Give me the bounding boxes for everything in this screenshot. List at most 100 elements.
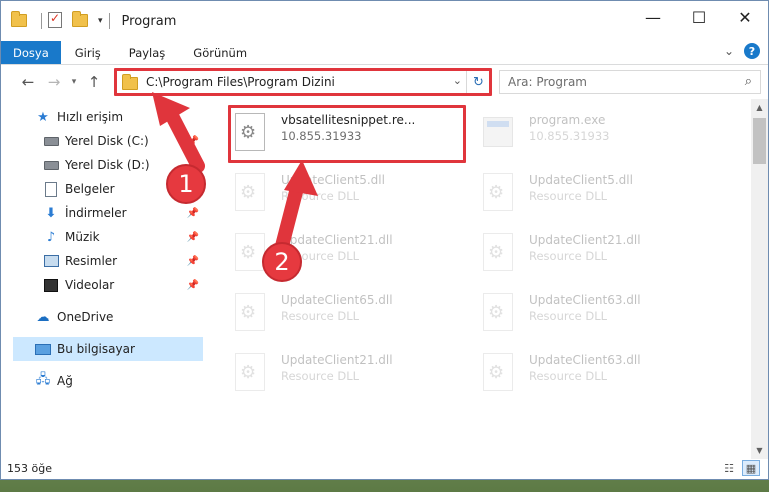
dll-file-icon <box>235 173 271 213</box>
downloads-icon: ⬇ <box>45 205 57 221</box>
file-type: Resource DLL <box>529 249 608 263</box>
file-name: UpdateClient63.dll <box>529 353 641 367</box>
file-name: UpdateClient5.dll <box>529 173 633 187</box>
pin-icon: 📌 <box>186 255 199 267</box>
file-type: Resource DLL <box>281 309 360 323</box>
search-box[interactable]: ⌕ <box>499 70 761 94</box>
sidebar-item-music[interactable]: ♪ Müzik 📌 <box>1 225 211 249</box>
sidebar-item-label: İndirmeler <box>65 206 127 220</box>
status-bar: 153 öğe ☷ ▦ <box>1 457 768 479</box>
window-title: Program <box>121 13 177 29</box>
search-input[interactable] <box>508 72 728 92</box>
file-type: Resource DLL <box>281 369 360 383</box>
pin-icon: 📌 <box>186 135 199 147</box>
scroll-up-icon[interactable]: ▲ <box>751 99 768 116</box>
divider <box>41 13 42 29</box>
help-icon[interactable]: ? <box>744 43 760 59</box>
tab-view[interactable]: Görünüm <box>179 41 261 64</box>
file-type: Resource DLL <box>281 189 360 203</box>
documents-icon <box>43 181 59 197</box>
address-highlight <box>114 68 492 96</box>
sidebar-item-downloads[interactable]: ⬇ İndirmeler 📌 <box>1 201 211 225</box>
folder-icon <box>11 11 29 30</box>
file-name: program.exe <box>529 113 606 127</box>
ribbon-right: ⌄ ? <box>724 43 760 59</box>
forward-arrow-icon[interactable]: → <box>41 73 67 91</box>
view-switcher: ☷ ▦ <box>716 460 760 476</box>
tab-home[interactable]: Giriş <box>61 41 115 64</box>
file-type: Resource DLL <box>529 309 608 323</box>
sidebar-item-label: Ağ <box>57 374 73 388</box>
quick-access-toolbar: ▾ Program <box>11 1 176 41</box>
pin-icon: 📌 <box>186 279 199 291</box>
details-view-icon[interactable]: ☷ <box>720 460 738 476</box>
tiles-view-icon[interactable]: ▦ <box>742 460 760 476</box>
new-folder-icon[interactable] <box>72 11 90 30</box>
properties-icon[interactable] <box>48 11 66 30</box>
sidebar-item-quick-access[interactable]: ★ Hızlı erişim <box>1 105 211 129</box>
sidebar-item-label: Yerel Disk (C:) <box>65 134 149 148</box>
callout-1: 1 <box>166 164 206 204</box>
star-icon: ★ <box>37 109 49 125</box>
music-icon: ♪ <box>46 229 56 245</box>
dll-file-icon <box>483 293 519 333</box>
file-tile[interactable]: UpdateClient21.dll Resource DLL <box>229 347 469 399</box>
sidebar-item-this-pc[interactable]: Bu bilgisayar <box>13 337 203 361</box>
sidebar-item-label: Videolar <box>65 278 115 292</box>
tab-share[interactable]: Paylaş <box>115 41 180 64</box>
scroll-thumb[interactable] <box>753 118 766 164</box>
file-tile[interactable]: UpdateClient21.dll Resource DLL <box>477 227 717 279</box>
dll-file-icon <box>483 353 519 393</box>
sidebar-item-disk-c[interactable]: Yerel Disk (C:) 📌 <box>1 129 211 153</box>
dll-file-icon <box>483 173 519 213</box>
title-bar: ▾ Program — ☐ ✕ <box>1 1 768 41</box>
recent-locations-icon[interactable]: ▾ <box>67 77 81 87</box>
navigation-pane: ★ Hızlı erişim Yerel Disk (C:) 📌 Yerel D… <box>1 101 211 451</box>
file-tile[interactable]: UpdateClient65.dll Resource DLL <box>229 287 469 339</box>
up-arrow-icon[interactable]: ↑ <box>81 73 107 91</box>
dll-file-icon <box>483 233 519 273</box>
network-icon: 🖧 <box>35 372 51 387</box>
exe-icon <box>483 113 519 153</box>
expand-ribbon-icon[interactable]: ⌄ <box>724 44 734 58</box>
file-tile[interactable]: program.exe 10.855.31933 <box>477 107 717 159</box>
file-type: Resource DLL <box>529 369 608 383</box>
close-button[interactable]: ✕ <box>722 1 768 33</box>
divider <box>108 13 110 29</box>
file-tile[interactable]: UpdateClient63.dll Resource DLL <box>477 287 717 339</box>
vertical-scrollbar[interactable]: ▲ ▼ <box>751 99 768 459</box>
sidebar-item-pictures[interactable]: Resimler 📌 <box>1 249 211 273</box>
dll-file-icon <box>235 293 271 333</box>
ribbon-tabs: Dosya Giriş Paylaş Görünüm ⌄ ? <box>1 41 768 65</box>
pictures-icon <box>43 253 59 269</box>
drive-icon <box>43 157 59 173</box>
item-count: 153 öğe <box>7 461 52 475</box>
file-tile[interactable]: UpdateClient5.dll Resource DLL <box>229 167 469 219</box>
sidebar-item-label: Belgeler <box>65 182 115 196</box>
computer-icon <box>35 341 51 357</box>
sidebar-item-network[interactable]: 🖧 Ağ <box>1 369 211 393</box>
file-tile[interactable]: UpdateClient5.dll Resource DLL <box>477 167 717 219</box>
file-name: UpdateClient65.dll <box>281 293 393 307</box>
maximize-button[interactable]: ☐ <box>676 1 722 33</box>
sidebar-item-label: OneDrive <box>57 310 114 324</box>
pin-icon: 📌 <box>186 231 199 243</box>
file-tile[interactable]: UpdateClient63.dll Resource DLL <box>477 347 717 399</box>
search-icon[interactable]: ⌕ <box>745 74 752 89</box>
file-type: Resource DLL <box>529 189 608 203</box>
sidebar-item-videos[interactable]: Videolar 📌 <box>1 273 211 297</box>
sidebar-item-label: Resimler <box>65 254 118 268</box>
minimize-button[interactable]: — <box>630 1 676 33</box>
explorer-window: ▾ Program — ☐ ✕ Dosya Giriş Paylaş Görün… <box>0 0 769 480</box>
sidebar-item-label: Yerel Disk (D:) <box>65 158 150 172</box>
window-controls: — ☐ ✕ <box>630 1 768 41</box>
file-name: UpdateClient63.dll <box>529 293 641 307</box>
sidebar-item-label: Müzik <box>65 230 100 244</box>
file-highlight <box>228 105 466 163</box>
file-version: 10.855.31933 <box>529 129 610 143</box>
back-arrow-icon[interactable]: ← <box>15 73 41 91</box>
customize-toolbar-icon[interactable]: ▾ <box>98 16 103 26</box>
tab-file[interactable]: Dosya <box>1 41 61 64</box>
sidebar-item-onedrive[interactable]: ☁ OneDrive <box>1 305 211 329</box>
file-name: UpdateClient21.dll <box>529 233 641 247</box>
